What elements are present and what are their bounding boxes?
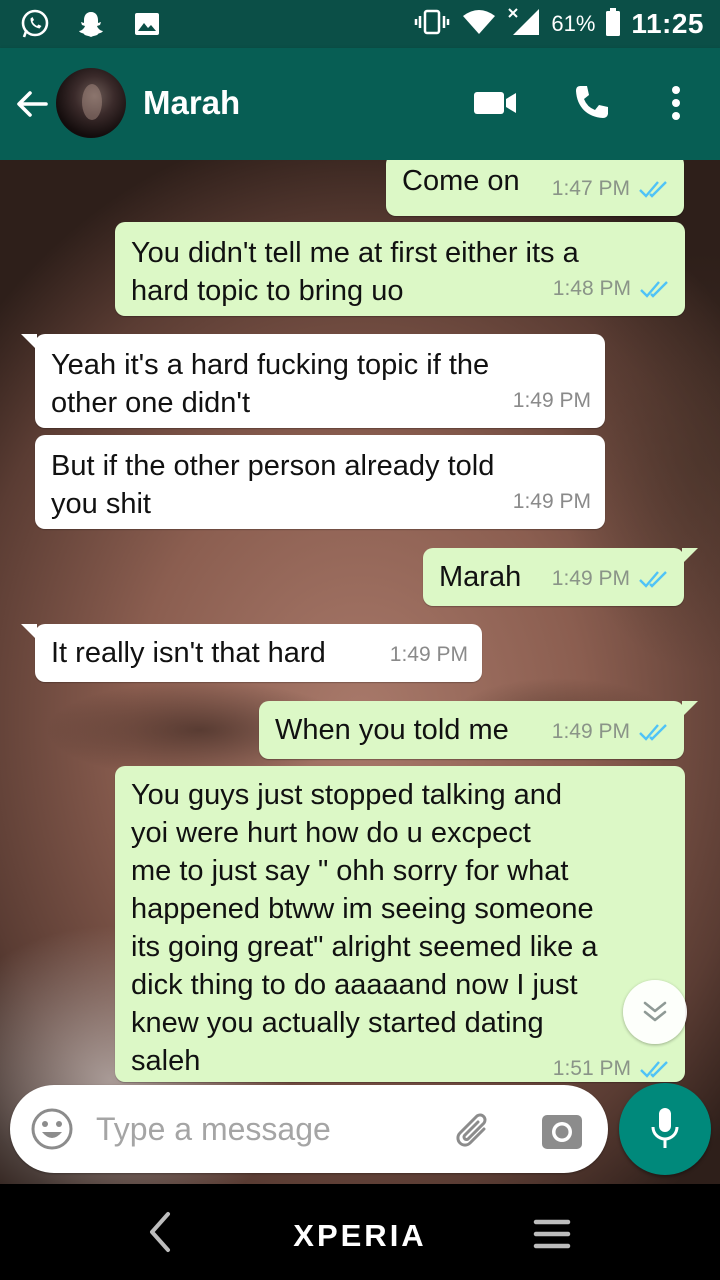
message-time: 1:49 PM: [551, 720, 630, 743]
back-button[interactable]: [10, 82, 54, 126]
message-input[interactable]: [96, 1105, 426, 1153]
attach-button[interactable]: [450, 1107, 498, 1155]
wifi-icon: [461, 8, 497, 41]
notification-icons: [18, 8, 164, 40]
chat-header: Marah: [0, 48, 720, 160]
contact-name[interactable]: Marah: [143, 84, 240, 122]
device-brand: XPERIA: [293, 1218, 427, 1253]
vibrate-icon: [413, 8, 451, 41]
microphone-icon: [651, 1108, 679, 1148]
bubble-tail: [21, 624, 37, 640]
nav-back-button[interactable]: [138, 1208, 182, 1256]
message-meta: 1:49 PM: [552, 560, 670, 598]
message-time: 1:49 PM: [551, 567, 630, 590]
camera-icon: [542, 1115, 582, 1149]
read-ticks-icon: [639, 181, 667, 198]
message-time: 1:47 PM: [551, 177, 630, 200]
message-outgoing[interactable]: When you told me 1:49 PM: [259, 701, 698, 759]
paperclip-icon: [456, 1113, 487, 1147]
message-meta: 1:48 PM: [553, 270, 671, 308]
message-time: 1:49 PM: [512, 389, 591, 412]
video-call-button[interactable]: [470, 78, 520, 128]
message-incoming[interactable]: It really isn't that hard 1:49 PM: [21, 624, 482, 682]
message-time: 1:49 PM: [389, 643, 468, 666]
voice-message-button[interactable]: [619, 1083, 711, 1175]
signal-icon: [507, 7, 541, 42]
message-meta: 1:51 PM: [553, 1050, 671, 1088]
voice-call-button[interactable]: [566, 78, 616, 128]
emoji-button[interactable]: [30, 1107, 74, 1151]
bubble-tail: [682, 701, 698, 717]
message-meta: 1:49 PM: [390, 636, 468, 674]
clock: 11:25: [631, 8, 704, 39]
more-options-button[interactable]: [651, 78, 701, 128]
battery-icon: [605, 7, 621, 41]
message-meta: 1:49 PM: [513, 483, 591, 521]
message-incoming[interactable]: Yeah it's a hard fucking topic if the ot…: [21, 334, 605, 428]
message-time: 1:48 PM: [552, 277, 631, 300]
message-outgoing[interactable]: You didn't tell me at first either its a…: [115, 222, 685, 316]
read-ticks-icon: [639, 571, 667, 588]
status-bar: 61% 11:25: [0, 0, 720, 48]
battery-percent: 61%: [551, 11, 596, 36]
double-chevron-down-icon: [643, 1001, 667, 1022]
video-call-icon: [474, 92, 516, 114]
message-outgoing[interactable]: You guys just stopped talking and yoi we…: [115, 766, 685, 1082]
back-arrow-icon: [17, 91, 48, 117]
message-composer: [10, 1085, 608, 1173]
phone-icon: [576, 86, 608, 118]
system-indicators: 61% 11:25: [413, 6, 704, 42]
scroll-to-bottom-button[interactable]: [623, 980, 687, 1044]
gallery-icon: [130, 8, 164, 40]
whatsapp-icon: [18, 8, 52, 40]
message-time: 1:49 PM: [512, 490, 591, 513]
read-ticks-icon: [640, 1061, 668, 1078]
camera-button[interactable]: [538, 1107, 586, 1155]
avatar[interactable]: [56, 68, 126, 138]
bubble-tail: [682, 548, 698, 564]
menu-icon: [533, 1219, 571, 1249]
conversation[interactable]: Come on 1:47 PM You didn't tell me at fi…: [0, 160, 720, 1184]
system-navigation-bar: XPERIA: [0, 1184, 720, 1280]
bubble-tail: [21, 334, 37, 350]
message-time: 1:51 PM: [552, 1057, 631, 1080]
more-vert-icon: [672, 86, 680, 120]
nav-back-icon: [150, 1212, 170, 1252]
message-meta: 1:49 PM: [552, 713, 670, 751]
message-meta: 1:49 PM: [513, 382, 591, 420]
read-ticks-icon: [640, 281, 668, 298]
message-outgoing[interactable]: Marah 1:49 PM: [423, 548, 698, 606]
message-text: You guys just stopped talking and yoi we…: [131, 779, 598, 1077]
message-outgoing[interactable]: Come on 1:47 PM: [386, 160, 684, 216]
nav-menu-button[interactable]: [530, 1214, 574, 1254]
emoji-icon: [31, 1108, 73, 1150]
message-meta: 1:47 PM: [552, 170, 670, 208]
snapchat-icon: [74, 8, 108, 40]
read-ticks-icon: [639, 724, 667, 741]
message-incoming[interactable]: But if the other person already told you…: [35, 435, 605, 529]
